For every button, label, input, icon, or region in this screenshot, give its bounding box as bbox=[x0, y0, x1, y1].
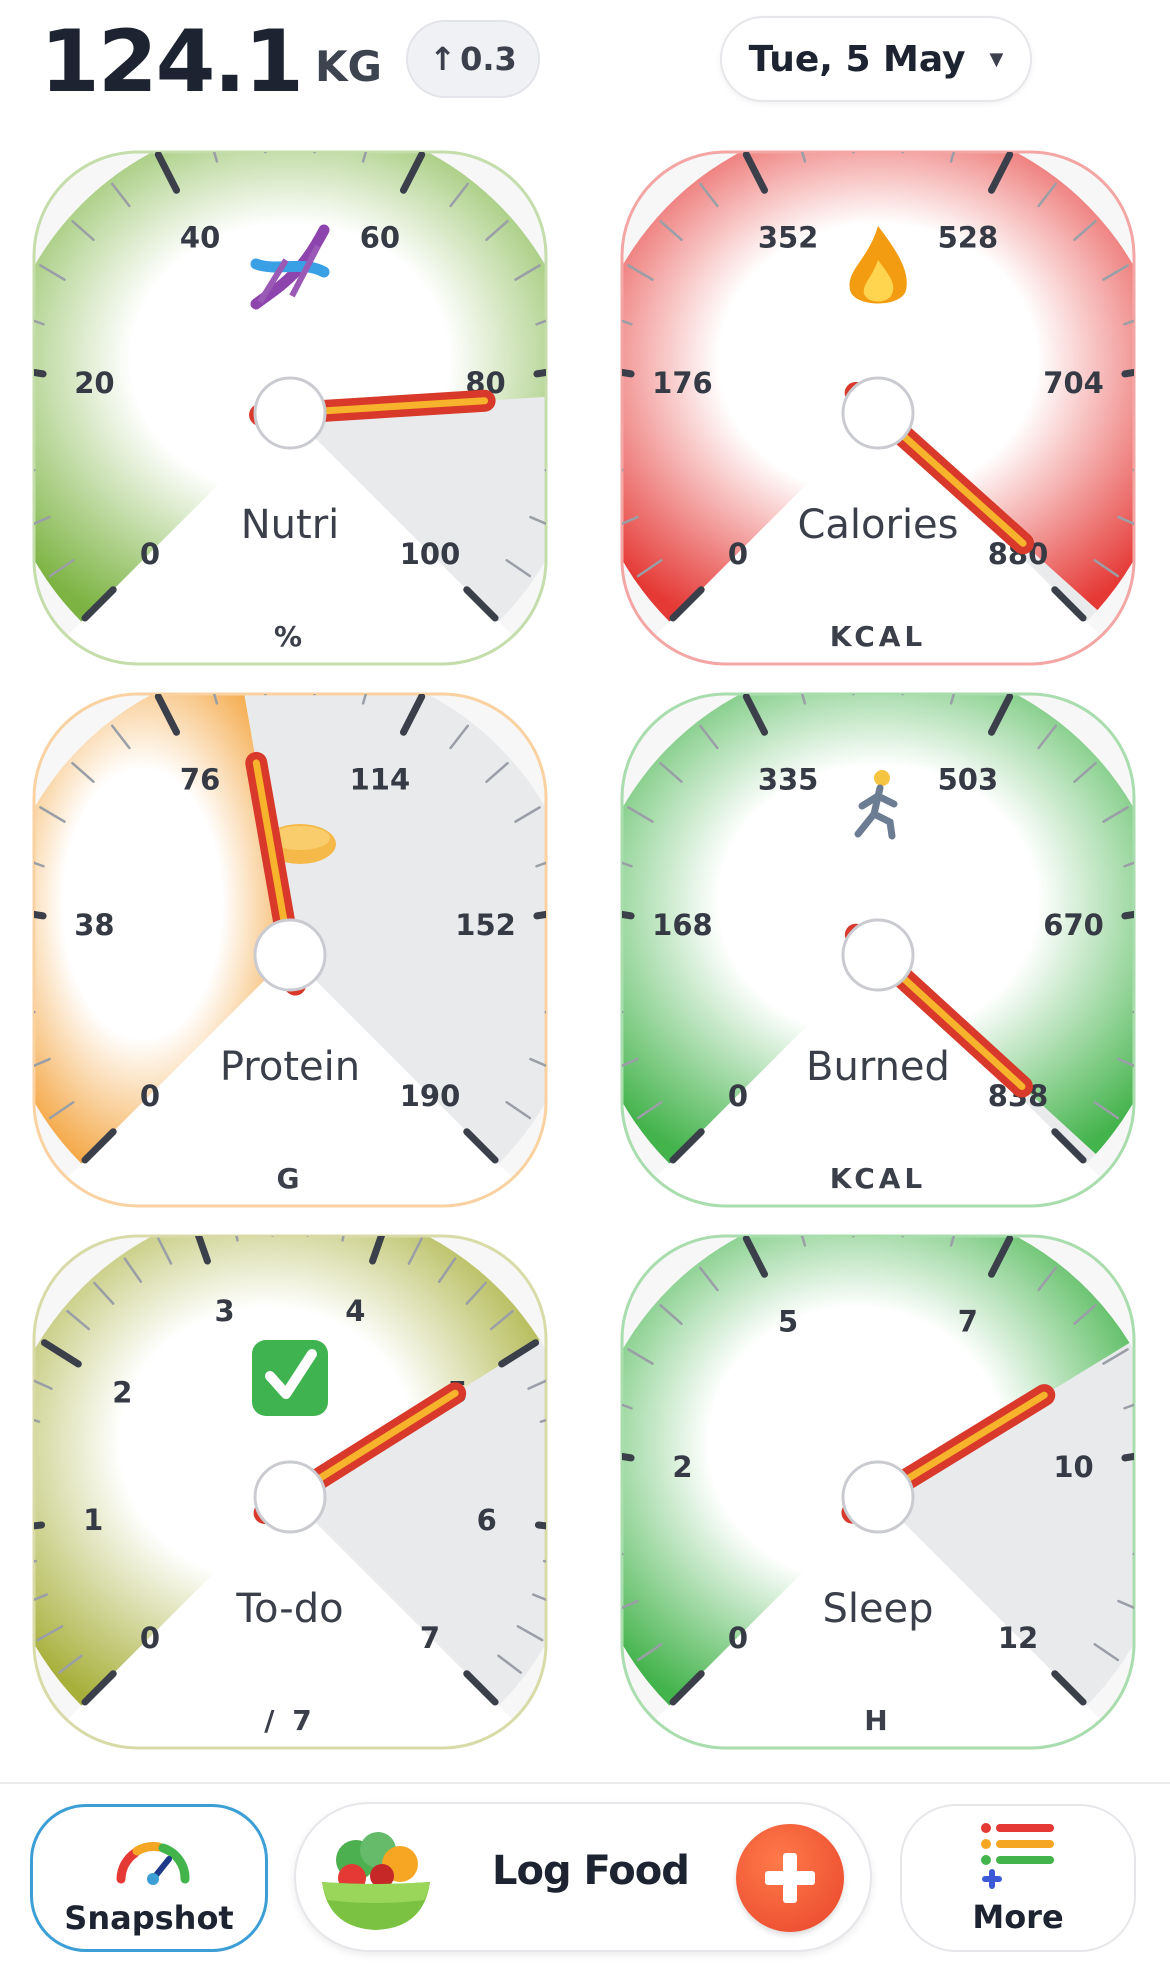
todo-minor-tick bbox=[30, 1452, 31, 1456]
todo-tick-label: 7 bbox=[420, 1621, 440, 1655]
gauge-todo[interactable]: 01234567To-do/ 7 bbox=[30, 1232, 550, 1752]
gauge-sleep[interactable]: 0 2 5 7 10 12 Sleep H bbox=[618, 1232, 1138, 1752]
caret-down-icon: ▼ bbox=[989, 48, 1004, 70]
todo-tick-label: 4 bbox=[345, 1294, 365, 1328]
protein-unit-label: G bbox=[277, 1162, 304, 1195]
nutri-label: Nutri bbox=[241, 502, 340, 548]
burned-tick-label: 670 bbox=[1043, 908, 1104, 942]
calories-tick-label: 704 bbox=[1043, 366, 1104, 400]
todo-tick-label: 1 bbox=[83, 1503, 103, 1537]
speedometer-icon bbox=[116, 1842, 190, 1885]
sleep-gauge-face: 0 2 5 7 10 12 Sleep H bbox=[620, 1234, 1136, 1750]
sleep-label: Sleep bbox=[822, 1586, 933, 1632]
snapshot-label: Snapshot bbox=[64, 1899, 234, 1937]
date-picker[interactable]: Tue, 5 May ▼ bbox=[720, 16, 1032, 102]
check-icon bbox=[252, 1340, 328, 1416]
protein-tick-label: 38 bbox=[74, 908, 114, 942]
burned-tick-label: 503 bbox=[938, 763, 999, 797]
gauge-protein[interactable]: 0 38 76 114 152 190 Protein G bbox=[30, 690, 550, 1210]
weight-value[interactable]: 124.1 bbox=[40, 12, 304, 112]
todo-unit-label: / 7 bbox=[264, 1704, 315, 1737]
snapshot-button[interactable]: Snapshot bbox=[30, 1804, 268, 1952]
weight-unit: KG bbox=[315, 42, 383, 91]
burned-gauge-face: 0168335503670838BurnedKCAL bbox=[620, 692, 1136, 1208]
calories-tick-label: 176 bbox=[652, 366, 713, 400]
calories-tick-label: 0 bbox=[728, 537, 748, 571]
nutri-tick-label: 0 bbox=[140, 537, 160, 571]
weight-delta-badge: ↑ 0.3 bbox=[406, 20, 540, 98]
sleep-tick-label: 0 bbox=[728, 1621, 748, 1655]
burned-tick-label: 0 bbox=[728, 1079, 748, 1113]
gauge-burned[interactable]: 0168335503670838BurnedKCAL bbox=[618, 690, 1138, 1210]
protein-gauge-face: 0 38 76 114 152 190 Protein G bbox=[32, 692, 548, 1208]
todo-label: To-do bbox=[235, 1586, 343, 1632]
sleep-tick-label: 12 bbox=[998, 1621, 1038, 1655]
log-food-label: Log Food bbox=[492, 1848, 690, 1894]
protein-label: Protein bbox=[220, 1044, 360, 1090]
sleep-tick-label: 10 bbox=[1053, 1450, 1093, 1484]
header: 124.1 KG ↑ 0.3 Tue, 5 May ▼ bbox=[0, 0, 1170, 130]
calories-tick-label: 352 bbox=[758, 221, 819, 255]
protein-tick-label: 114 bbox=[350, 763, 411, 797]
todo-tick-label: 0 bbox=[140, 1621, 160, 1655]
calories-tick-label: 528 bbox=[938, 221, 999, 255]
nutri-tick-label: 100 bbox=[400, 537, 461, 571]
more-button[interactable]: More bbox=[900, 1804, 1136, 1952]
salad-bowl-icon bbox=[322, 1832, 430, 1930]
plus-icon bbox=[765, 1853, 815, 1903]
nutri-gauge-face: 02040 6080100Nutri% bbox=[32, 150, 548, 666]
protein-tick-label: 152 bbox=[455, 908, 516, 942]
bottom-bar: Snapshot Log Food More bbox=[0, 1782, 1170, 1968]
burned-tick-label: 335 bbox=[758, 763, 819, 797]
more-label: More bbox=[972, 1898, 1064, 1936]
nutri-unit-label: % bbox=[274, 620, 306, 653]
gauge-nutri[interactable]: 0 20 40 60 80 100 Nutri% bbox=[30, 148, 550, 668]
sleep-unit-label: H bbox=[864, 1704, 891, 1737]
protein-tick-label: 190 bbox=[400, 1079, 461, 1113]
sleep-tick-label: 5 bbox=[778, 1305, 798, 1339]
burned-label: Burned bbox=[806, 1044, 950, 1090]
protein-tick-label: 0 bbox=[140, 1079, 160, 1113]
todo-tick-label: 2 bbox=[112, 1376, 132, 1410]
sleep-tick-label: 7 bbox=[958, 1305, 978, 1339]
date-label: Tue, 5 May bbox=[748, 38, 966, 80]
weight-delta-value: 0.3 bbox=[460, 40, 517, 78]
todo-tick-label: 3 bbox=[215, 1294, 235, 1328]
calories-gauge-face: 0176352 528704880CaloriesKCAL bbox=[620, 150, 1136, 666]
nutri-tick-label: 60 bbox=[360, 221, 400, 255]
arrow-up-icon: ↑ bbox=[429, 40, 457, 78]
sleep-tick-label: 2 bbox=[672, 1450, 692, 1484]
nutri-tick-label: 20 bbox=[74, 366, 114, 400]
calories-unit-label: KCAL bbox=[830, 620, 927, 653]
burned-tick-label: 168 bbox=[652, 908, 713, 942]
burned-unit-label: KCAL bbox=[830, 1162, 927, 1195]
protein-tick-label: 76 bbox=[180, 763, 220, 797]
log-food-button[interactable]: Log Food bbox=[294, 1802, 872, 1952]
todo-gauge-face: 01234567To-do/ 7 bbox=[30, 1234, 550, 1750]
todo-minor-tick bbox=[549, 1452, 550, 1456]
colorful-list-icon bbox=[981, 1823, 1054, 1889]
nutri-tick-label: 40 bbox=[180, 221, 220, 255]
todo-tick-label: 6 bbox=[477, 1503, 497, 1537]
gauge-calories[interactable]: 0 176 352 528 704 880 Calories KCAL bbox=[618, 148, 1138, 668]
add-food-button[interactable] bbox=[736, 1824, 844, 1932]
calories-label: Calories bbox=[797, 502, 958, 548]
